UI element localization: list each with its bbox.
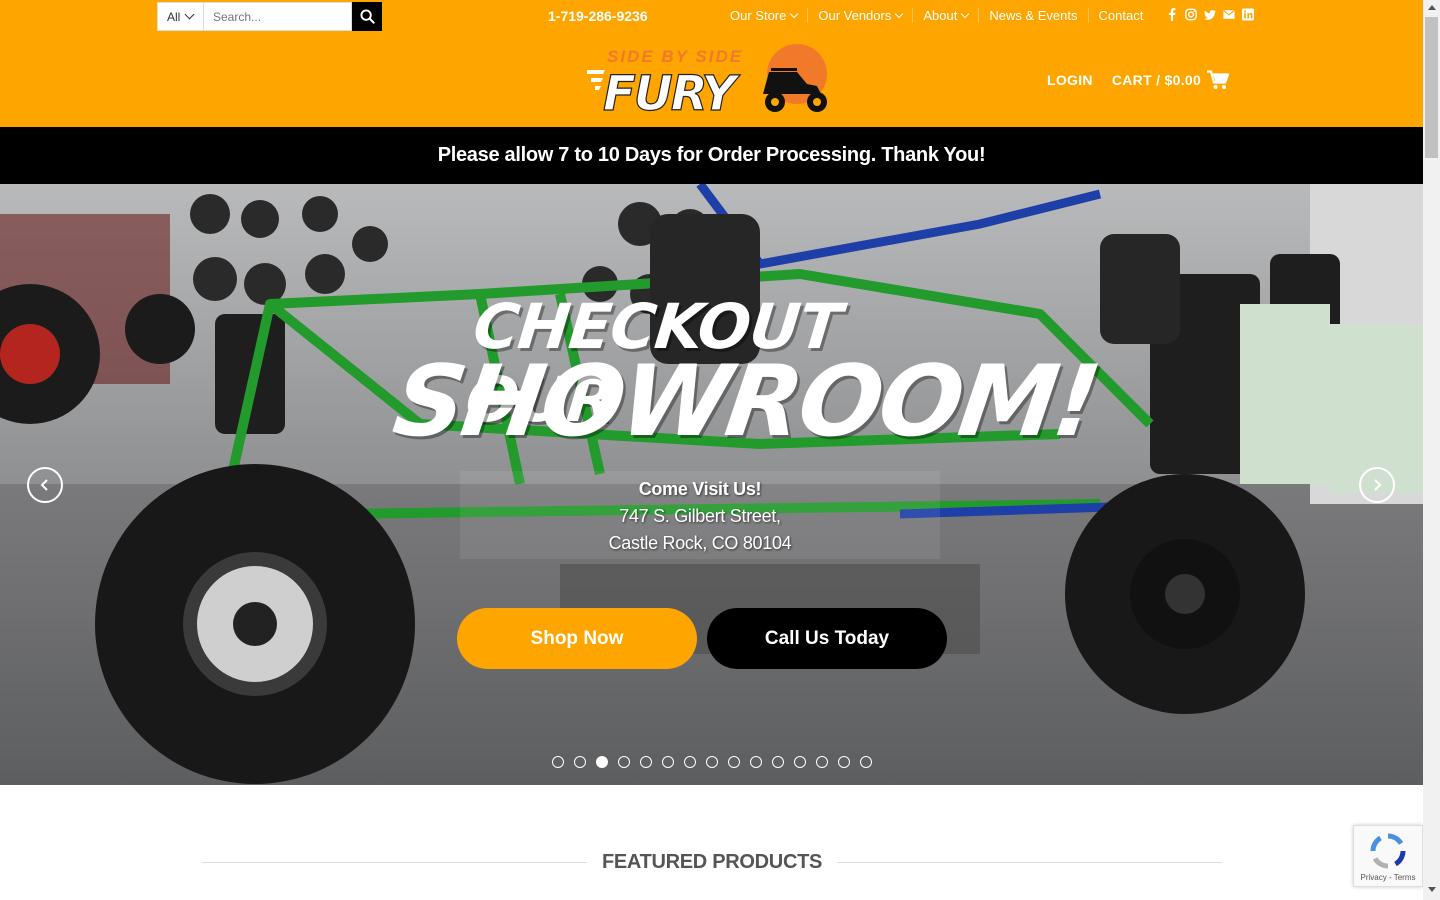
slider-dot[interactable] [684,756,696,768]
twitter-icon[interactable] [1204,8,1216,21]
search-icon [359,9,375,24]
address-line-1: 747 S. Gilbert Street, [619,506,781,526]
search-placeholder: Search... [213,9,262,24]
logo-wordmark: FURY [603,66,740,116]
shop-now-button[interactable]: Shop Now [457,608,697,669]
search-input[interactable]: Search... [204,2,352,31]
nav-label: About [923,8,958,23]
cart-total: $0.00 [1164,72,1202,88]
nav-our-store[interactable]: Our Store [720,8,807,23]
facebook-icon[interactable] [1166,8,1178,21]
divider [202,861,587,863]
cart-label: CART / [1111,72,1161,88]
section-title: FEATURED PRODUCTS [601,850,823,873]
order-processing-notice: Please allow 7 to 10 Days for Order Proc… [0,127,1423,184]
page-scrollbar[interactable] [1423,0,1440,900]
cart-icon[interactable] [1207,70,1230,90]
chevron-down-icon [895,9,904,18]
slider-dot[interactable] [640,756,652,768]
address-line-2: Castle Rock, CO 80104 [608,533,792,553]
visit-info: Come Visit Us! 747 S. Gilbert Street, Ca… [460,471,940,559]
scroll-up-arrow-icon[interactable] [1428,5,1436,10]
nav-label: Our Vendors [818,8,892,23]
slider-prev-button[interactable] [27,467,63,503]
nav-label: Contact [1098,8,1144,23]
cart-link[interactable]: CART / $0.00 [1112,72,1201,88]
slider-dot[interactable] [794,756,806,768]
logo-tagline: SIDE BY SIDE [607,47,743,66]
instagram-icon[interactable] [1185,8,1197,21]
call-us-button[interactable]: Call Us Today [707,608,947,669]
visit-heading: Come Visit Us! [638,479,762,499]
search-category-select[interactable]: All [157,2,204,31]
slider-dot[interactable] [838,756,850,768]
slider-dot[interactable] [552,756,564,768]
slider-dot[interactable] [728,756,740,768]
recaptcha-icon [1370,833,1406,869]
slider-dot[interactable] [706,756,718,768]
top-bar: All Search... 1-719-286-9236 Our Store O… [0,0,1423,32]
slider-dot[interactable] [816,756,828,768]
slider-dot[interactable] [574,756,586,768]
nav-about[interactable]: About [912,8,978,23]
search-category-value: All [167,9,181,24]
recaptcha-badge[interactable]: Privacy - Terms [1353,825,1423,887]
nav-our-vendors[interactable]: Our Vendors [807,8,912,23]
divider [837,861,1222,863]
recaptcha-links[interactable]: Privacy - Terms [1361,873,1416,882]
chevron-down-icon [184,9,195,20]
phone-link[interactable]: 1-719-286-9236 [548,8,648,24]
site-header: All Search... 1-719-286-9236 Our Store O… [0,0,1423,127]
chevron-left-icon [40,479,48,491]
slider-next-button[interactable] [1359,467,1395,503]
header-account-area: LOGIN CART / $0.00 [1047,70,1230,90]
slider-dot[interactable] [618,756,630,768]
search-form: All Search... [157,2,382,31]
hero-title-line-2: SHOWROOM! [386,345,1105,459]
slider-dot[interactable] [662,756,674,768]
email-icon[interactable] [1223,8,1235,21]
social-links [1166,8,1254,21]
slider-pagination [552,756,872,768]
nav-label: Our Store [730,8,787,23]
scroll-thumb[interactable] [1425,17,1438,158]
linkedin-icon[interactable] [1242,8,1254,21]
login-link[interactable]: LOGIN [1047,72,1093,88]
nav-label: News & Events [989,8,1078,23]
chevron-down-icon [790,9,799,18]
scroll-down-arrow-icon[interactable] [1428,887,1436,892]
search-button[interactable] [352,2,382,31]
site-logo[interactable]: SIDE BY SIDE FURY [585,42,837,123]
slider-dot[interactable] [860,756,872,768]
slider-dot-active[interactable] [596,756,608,768]
slider-dot[interactable] [772,756,784,768]
nav-news-events[interactable]: News & Events [978,8,1087,23]
chevron-down-icon [961,9,970,18]
chevron-right-icon [1374,479,1382,491]
slider-dot[interactable] [750,756,762,768]
featured-products-heading: FEATURED PRODUCTS [202,848,1222,876]
nav-contact[interactable]: Contact [1087,8,1154,23]
top-nav: Our Store Our Vendors About News & Event… [720,8,1153,23]
